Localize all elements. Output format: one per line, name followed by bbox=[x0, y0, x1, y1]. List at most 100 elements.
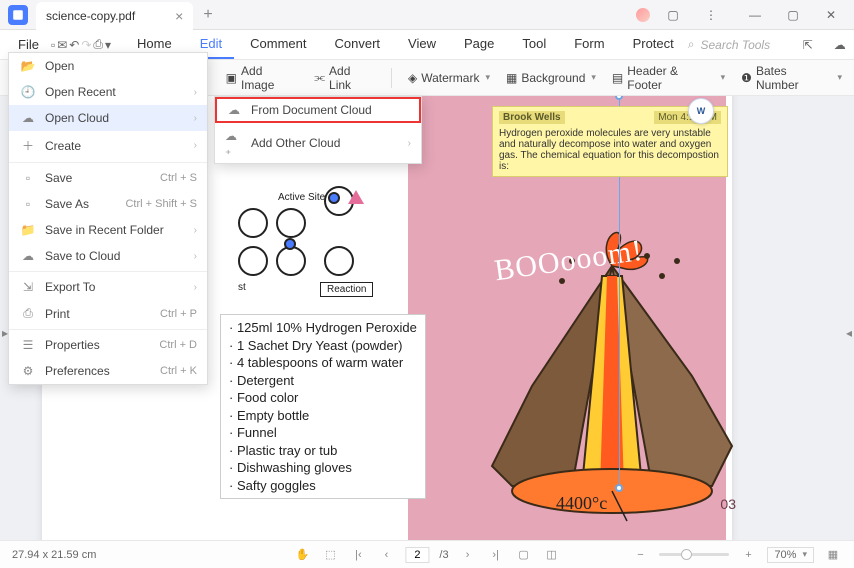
close-window-button[interactable]: ✕ bbox=[816, 0, 846, 30]
add-cloud-icon: ☁₊ bbox=[225, 129, 243, 157]
recent-icon: 🕘 bbox=[19, 85, 37, 99]
save-icon: ▫ bbox=[19, 171, 37, 185]
chevron-down-icon: ▾ bbox=[485, 72, 490, 83]
menu-save-to-cloud[interactable]: ☁Save to Cloud› bbox=[9, 243, 207, 269]
tab-tool[interactable]: Tool bbox=[510, 30, 558, 59]
next-page-button[interactable]: › bbox=[459, 546, 477, 564]
tab-form[interactable]: Form bbox=[562, 30, 616, 59]
enzyme-diagram: Active Site st Reaction bbox=[238, 184, 408, 304]
menu-open-recent[interactable]: 🕘Open Recent› bbox=[9, 79, 207, 105]
cloud-up-icon: ☁ bbox=[19, 249, 37, 263]
list-item: Funnel bbox=[229, 424, 417, 442]
zoom-value-dropdown[interactable]: 70%▾ bbox=[767, 547, 814, 563]
reaction-label: Reaction bbox=[320, 282, 373, 297]
list-item: 4 tablespoons of warm water bbox=[229, 354, 417, 372]
list-item: Plastic tray or tub bbox=[229, 442, 417, 460]
search-placeholder: Search Tools bbox=[700, 38, 770, 52]
page-number-input[interactable] bbox=[405, 547, 429, 563]
folder-icon: 📁 bbox=[19, 223, 37, 237]
list-item: Food color bbox=[229, 389, 417, 407]
last-page-button[interactable]: ›| bbox=[487, 546, 505, 564]
search-icon: ⌕ bbox=[688, 37, 695, 52]
submenu-add-other-cloud[interactable]: ☁₊Add Other Cloud› bbox=[215, 123, 421, 163]
link-icon: ⫘ bbox=[314, 70, 325, 85]
fit-page-icon[interactable]: ▢ bbox=[515, 546, 533, 564]
print-icon: ⎙ bbox=[19, 306, 37, 321]
menu-print[interactable]: ⎙PrintCtrl + P bbox=[9, 300, 207, 327]
chevron-right-icon: › bbox=[194, 251, 197, 262]
menu-properties[interactable]: ☰PropertiesCtrl + D bbox=[9, 332, 207, 358]
folder-open-icon: 📂 bbox=[19, 59, 37, 73]
add-link-button[interactable]: ⫘Add Link bbox=[314, 64, 375, 92]
add-image-button[interactable]: ▣Add Image bbox=[226, 64, 299, 92]
chevron-right-icon: › bbox=[408, 138, 411, 149]
properties-icon: ☰ bbox=[19, 338, 37, 352]
background-button[interactable]: ▦Background▾ bbox=[506, 71, 596, 85]
menu-preferences[interactable]: ⚙PreferencesCtrl + K bbox=[9, 358, 207, 384]
menu-export-to[interactable]: ⇲Export To› bbox=[9, 274, 207, 300]
tab-comment[interactable]: Comment bbox=[238, 30, 318, 59]
submenu-from-document-cloud[interactable]: ☁From Document Cloud bbox=[215, 97, 421, 123]
chevron-right-icon: › bbox=[194, 225, 197, 236]
plus-icon: ＋ bbox=[19, 137, 37, 154]
kebab-menu-icon[interactable]: ⋮ bbox=[696, 0, 726, 30]
view-mode-icon[interactable]: ▦ bbox=[824, 546, 842, 564]
export-icon: ⇲ bbox=[19, 280, 37, 294]
zoom-in-button[interactable]: + bbox=[739, 546, 757, 564]
list-item: Dishwashing gloves bbox=[229, 459, 417, 477]
chevron-down-icon: ▾ bbox=[591, 72, 596, 83]
chevron-down-icon: ▾ bbox=[837, 72, 842, 83]
active-site-label: Active Site bbox=[278, 192, 325, 203]
menu-open-cloud[interactable]: ☁Open Cloud› bbox=[9, 105, 207, 131]
minimize-button[interactable]: — bbox=[740, 0, 770, 30]
list-item: Safty goggles bbox=[229, 477, 417, 495]
menu-open[interactable]: 📂Open bbox=[9, 53, 207, 79]
document-tab[interactable]: science-copy.pdf × bbox=[36, 2, 193, 30]
zoom-out-button[interactable]: − bbox=[631, 546, 649, 564]
page-dimensions-label: 27.94 x 21.59 cm bbox=[12, 549, 96, 561]
st-label: st bbox=[238, 282, 246, 293]
comment-author: Brook Wells bbox=[499, 111, 565, 124]
volcano-illustration: BOOooom! 4400°c 03 bbox=[472, 206, 752, 526]
page-total-label: /3 bbox=[439, 549, 448, 561]
menu-save-as[interactable]: ▫Save AsCtrl + Shift + S bbox=[9, 191, 207, 217]
menu-create[interactable]: ＋Create› bbox=[9, 131, 207, 160]
cloud-icon[interactable]: ☁ bbox=[828, 33, 852, 57]
list-item: 1 Sachet Dry Yeast (powder) bbox=[229, 337, 417, 355]
account-avatar-icon[interactable] bbox=[636, 8, 650, 22]
notification-icon[interactable]: ▢ bbox=[658, 0, 688, 30]
open-cloud-submenu: ☁From Document Cloud ☁₊Add Other Cloud› bbox=[214, 96, 422, 164]
chevron-right-icon: › bbox=[194, 113, 197, 124]
materials-list: 125ml 10% Hydrogen Peroxide 1 Sachet Dry… bbox=[220, 314, 426, 499]
menu-save[interactable]: ▫SaveCtrl + S bbox=[9, 165, 207, 191]
tab-view[interactable]: View bbox=[396, 30, 448, 59]
chevron-right-icon: › bbox=[194, 87, 197, 98]
first-page-button[interactable]: |‹ bbox=[349, 546, 367, 564]
prev-page-button[interactable]: ‹ bbox=[377, 546, 395, 564]
share-icon[interactable]: ⇱ bbox=[796, 33, 820, 57]
fit-width-icon[interactable]: ◫ bbox=[543, 546, 561, 564]
right-panel-handle[interactable]: ◂ bbox=[844, 318, 854, 348]
temperature-label: 4400°c bbox=[556, 493, 607, 514]
search-tools-input[interactable]: ⌕ Search Tools bbox=[688, 37, 788, 52]
tab-convert[interactable]: Convert bbox=[323, 30, 393, 59]
bates-number-button[interactable]: ❶Bates Number▾ bbox=[741, 64, 842, 92]
maximize-button[interactable]: ▢ bbox=[778, 0, 808, 30]
close-tab-icon[interactable]: × bbox=[175, 8, 183, 24]
select-tool-icon[interactable]: ⬚ bbox=[321, 546, 339, 564]
zoom-slider[interactable] bbox=[659, 553, 729, 556]
tab-protect[interactable]: Protect bbox=[621, 30, 686, 59]
tab-title: science-copy.pdf bbox=[46, 9, 135, 23]
tab-page[interactable]: Page bbox=[452, 30, 506, 59]
header-footer-icon: ▤ bbox=[612, 71, 623, 85]
selection-handle-bottom[interactable] bbox=[615, 484, 623, 492]
hand-tool-icon[interactable]: ✋ bbox=[293, 546, 311, 564]
menu-save-recent-folder[interactable]: 📁Save in Recent Folder› bbox=[9, 217, 207, 243]
header-footer-button[interactable]: ▤Header & Footer▾ bbox=[612, 64, 725, 92]
watermark-button[interactable]: ◈Watermark▾ bbox=[408, 71, 490, 85]
background-icon: ▦ bbox=[506, 71, 517, 85]
new-tab-button[interactable]: + bbox=[203, 6, 212, 24]
comment-body: Hydrogen peroxide molecules are very uns… bbox=[499, 128, 721, 172]
word-export-badge[interactable]: W bbox=[688, 98, 714, 124]
zoom-slider-thumb[interactable] bbox=[681, 549, 692, 560]
